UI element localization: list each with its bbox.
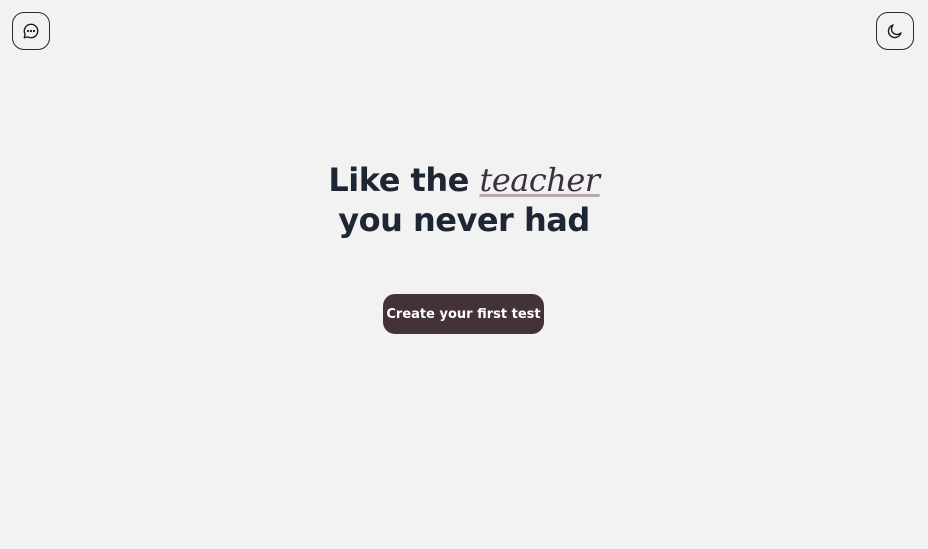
headline-prefix: Like the: [328, 161, 469, 199]
moon-icon: [886, 22, 904, 40]
hero: Like the teacher you never had: [0, 160, 928, 240]
create-first-test-button[interactable]: Create your first test: [383, 294, 544, 334]
hero-headline: Like the teacher you never had: [0, 160, 928, 240]
headline-accent-word: teacher: [479, 161, 600, 199]
theme-toggle-button[interactable]: [876, 12, 914, 50]
feedback-button[interactable]: [12, 12, 50, 50]
headline-line-2: you never had: [338, 201, 590, 239]
chat-bubble-icon: [22, 22, 40, 40]
